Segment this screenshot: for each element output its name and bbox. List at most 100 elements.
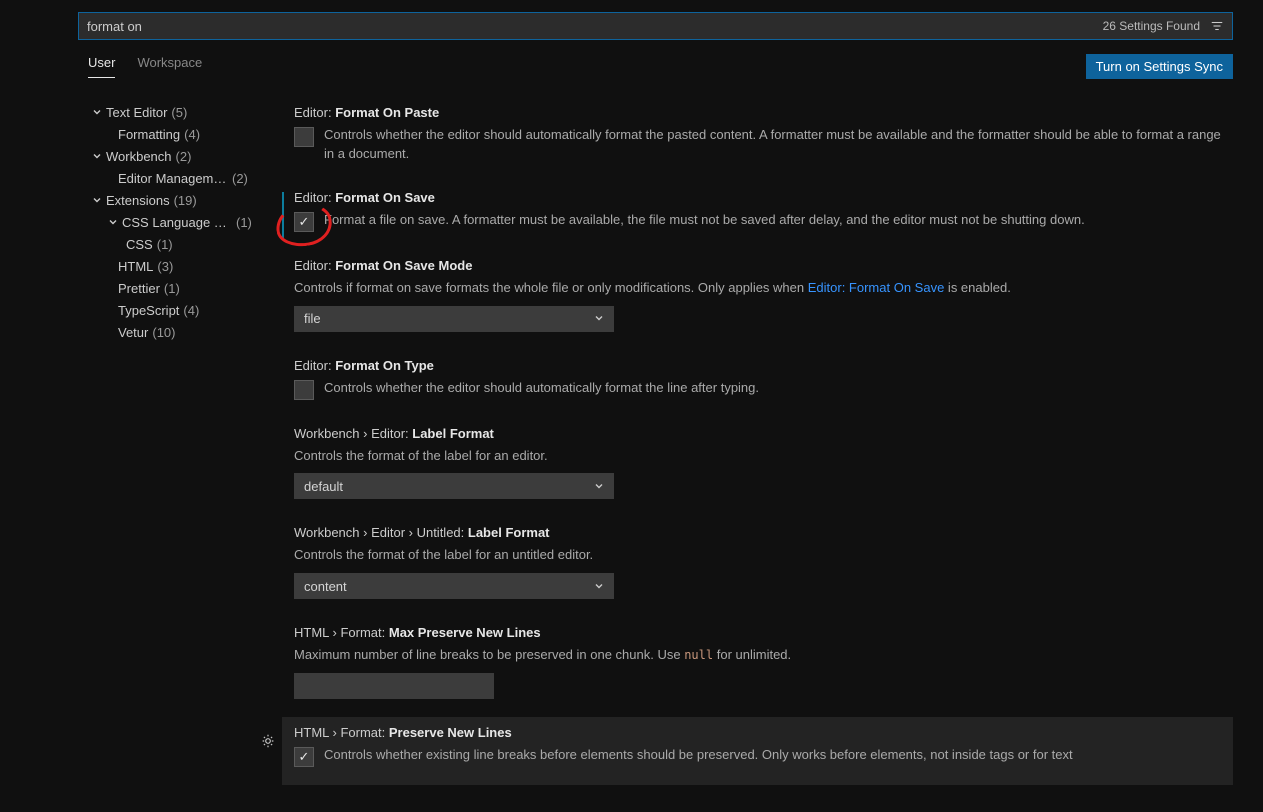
toc-count: (3) (157, 259, 173, 274)
tab-workspace[interactable]: Workspace (137, 55, 202, 78)
toc-text-editor[interactable]: Text Editor (5) (78, 101, 258, 123)
modified-indicator (282, 192, 284, 238)
setting-name: Format On Type (335, 358, 434, 373)
setting-format-on-type: Editor: Format On Type Controls whether … (282, 350, 1233, 418)
toc-editor-management[interactable]: Editor Manageme… (2) (78, 167, 258, 189)
setting-title: Editor: Format On Save Mode (294, 258, 1221, 273)
select-value: file (304, 311, 321, 326)
checkbox[interactable] (294, 380, 314, 400)
setting-description: Controls whether the editor should autom… (324, 126, 1221, 164)
setting-prefix: HTML › Format: (294, 725, 389, 740)
tab-user[interactable]: User (88, 55, 115, 78)
checkbox[interactable] (294, 212, 314, 232)
settings-search[interactable]: 26 Settings Found (78, 12, 1233, 40)
setting-prefix: HTML › Format: (294, 625, 389, 640)
setting-title: Editor: Format On Save (294, 190, 1221, 205)
chevron-down-icon (106, 217, 120, 227)
toc-label: HTML (118, 259, 153, 274)
setting-name: Label Format (412, 426, 494, 441)
toc-label: CSS (126, 237, 153, 252)
chevron-down-icon (90, 195, 104, 205)
toc-vetur[interactable]: Vetur (10) (78, 321, 258, 343)
setting-format-on-save: Editor: Format On Save Format a file on … (282, 182, 1233, 250)
setting-title: Editor: Format On Type (294, 358, 1221, 373)
toc-formatting[interactable]: Formatting (4) (78, 123, 258, 145)
checkbox[interactable] (294, 747, 314, 767)
search-input[interactable] (79, 13, 1103, 39)
toc-count: (5) (171, 105, 187, 120)
settings-editor: 26 Settings Found User Workspace Turn on… (0, 0, 1263, 812)
toc-count: (4) (183, 303, 199, 318)
setting-name: Format On Save Mode (335, 258, 472, 273)
toc-html[interactable]: HTML (3) (78, 255, 258, 277)
settings-toc: Text Editor (5) Formatting (4) Workbench… (78, 97, 258, 812)
setting-prefix: Workbench › Editor › Untitled: (294, 525, 468, 540)
settings-list[interactable]: Editor: Format On Paste Controls whether… (258, 97, 1233, 812)
settings-sync-button[interactable]: Turn on Settings Sync (1086, 54, 1233, 79)
toc-label: TypeScript (118, 303, 179, 318)
toc-label: Editor Manageme… (118, 171, 228, 186)
toc-label: Extensions (106, 193, 170, 208)
chevron-down-icon (90, 107, 104, 117)
text-input[interactable] (294, 673, 494, 699)
setting-title: Editor: Format On Paste (294, 105, 1221, 120)
setting-max-preserve-new-lines: HTML › Format: Max Preserve New Lines Ma… (282, 617, 1233, 717)
setting-prefix: Editor: (294, 105, 335, 120)
setting-description: Maximum number of line breaks to be pres… (294, 646, 1221, 665)
filter-icon[interactable] (1208, 17, 1226, 35)
setting-preserve-new-lines: HTML › Format: Preserve New Lines Contro… (282, 717, 1233, 785)
settings-header: User Workspace Turn on Settings Sync (78, 54, 1233, 79)
chevron-down-icon (90, 151, 104, 161)
setting-description: Controls the format of the label for an … (294, 447, 1221, 466)
settings-body: Text Editor (5) Formatting (4) Workbench… (78, 97, 1233, 812)
toc-prettier[interactable]: Prettier (1) (78, 277, 258, 299)
select-value: content (304, 579, 347, 594)
setting-format-on-save-mode: Editor: Format On Save Mode Controls if … (282, 250, 1233, 350)
setting-prefix: Editor: (294, 190, 335, 205)
code-literal: null (684, 648, 713, 662)
setting-description: Controls whether existing line breaks be… (324, 746, 1073, 765)
select-dropdown[interactable]: file (294, 306, 614, 332)
setting-name: Max Preserve New Lines (389, 625, 541, 640)
setting-label-format: Workbench › Editor: Label Format Control… (282, 418, 1233, 518)
setting-description: Controls if format on save formats the w… (294, 279, 1221, 298)
setting-title: HTML › Format: Preserve New Lines (294, 725, 1221, 740)
toc-css[interactable]: CSS (1) (78, 233, 258, 255)
toc-workbench[interactable]: Workbench (2) (78, 145, 258, 167)
toc-count: (2) (232, 171, 248, 186)
toc-label: Vetur (118, 325, 148, 340)
toc-count: (2) (176, 149, 192, 164)
setting-name: Preserve New Lines (389, 725, 512, 740)
gear-icon[interactable] (260, 733, 276, 752)
toc-typescript[interactable]: TypeScript (4) (78, 299, 258, 321)
setting-name: Format On Paste (335, 105, 439, 120)
search-results-count: 26 Settings Found (1103, 19, 1208, 33)
setting-prefix: Workbench › Editor: (294, 426, 412, 441)
checkbox[interactable] (294, 127, 314, 147)
chevron-down-icon (594, 311, 604, 326)
chevron-down-icon (594, 479, 604, 494)
setting-prefix: Editor: (294, 258, 335, 273)
setting-description: Controls the format of the label for an … (294, 546, 1221, 565)
setting-title: HTML › Format: Max Preserve New Lines (294, 625, 1221, 640)
setting-untitled-label-format: Workbench › Editor › Untitled: Label For… (282, 517, 1233, 617)
scope-switcher: User Workspace (78, 55, 202, 78)
toc-extensions[interactable]: Extensions (19) (78, 189, 258, 211)
setting-description: Controls whether the editor should autom… (324, 379, 759, 398)
toc-label: Formatting (118, 127, 180, 142)
toc-count: (1) (236, 215, 252, 230)
setting-name: Format On Save (335, 190, 435, 205)
select-dropdown[interactable]: content (294, 573, 614, 599)
toc-count: (10) (152, 325, 175, 340)
setting-name: Label Format (468, 525, 550, 540)
chevron-down-icon (594, 579, 604, 594)
toc-css-language[interactable]: CSS Language Fe… (1) (78, 211, 258, 233)
toc-count: (1) (164, 281, 180, 296)
select-dropdown[interactable]: default (294, 473, 614, 499)
toc-count: (19) (174, 193, 197, 208)
setting-link[interactable]: Editor: Format On Save (808, 280, 945, 295)
setting-description: Format a file on save. A formatter must … (324, 211, 1085, 230)
toc-label: Prettier (118, 281, 160, 296)
setting-title: Workbench › Editor › Untitled: Label For… (294, 525, 1221, 540)
setting-format-on-paste: Editor: Format On Paste Controls whether… (282, 97, 1233, 182)
